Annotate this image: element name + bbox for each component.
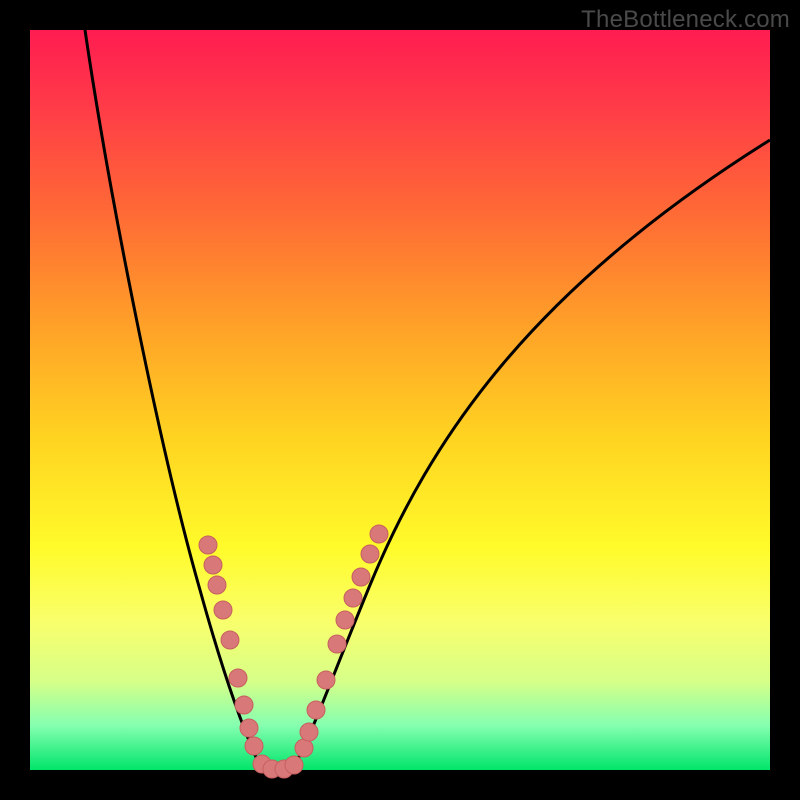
data-dot bbox=[285, 756, 303, 774]
data-dot bbox=[245, 737, 263, 755]
data-dot bbox=[344, 589, 362, 607]
data-dot bbox=[199, 536, 217, 554]
data-dot bbox=[204, 556, 222, 574]
data-dot bbox=[307, 701, 325, 719]
data-dot bbox=[221, 631, 239, 649]
data-dot bbox=[317, 671, 335, 689]
data-dot bbox=[300, 723, 318, 741]
data-dot bbox=[295, 739, 313, 757]
chart-frame: TheBottleneck.com bbox=[0, 0, 800, 800]
plot-area bbox=[30, 30, 770, 770]
data-dot bbox=[214, 601, 232, 619]
curve-right bbox=[280, 140, 770, 770]
dot-layer bbox=[199, 525, 388, 778]
data-dot bbox=[229, 669, 247, 687]
data-dot bbox=[208, 576, 226, 594]
data-dot bbox=[361, 545, 379, 563]
chart-svg bbox=[30, 30, 770, 770]
data-dot bbox=[370, 525, 388, 543]
data-dot bbox=[336, 611, 354, 629]
data-dot bbox=[352, 568, 370, 586]
data-dot bbox=[240, 719, 258, 737]
watermark-text: TheBottleneck.com bbox=[581, 6, 790, 34]
curve-left bbox=[85, 30, 280, 770]
data-dot bbox=[328, 635, 346, 653]
data-dot bbox=[235, 696, 253, 714]
